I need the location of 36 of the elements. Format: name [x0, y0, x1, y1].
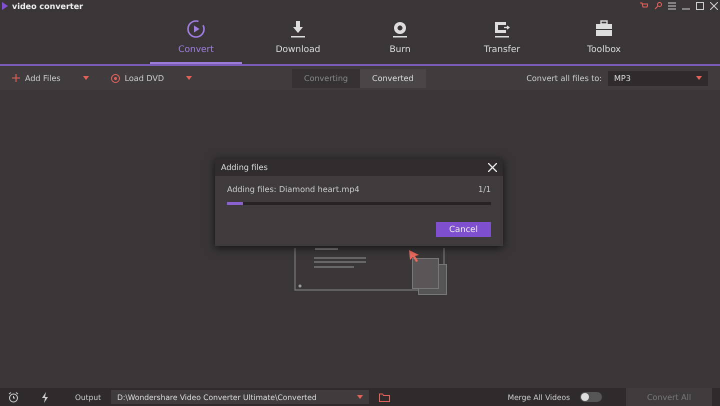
dialog-title: Adding files: [221, 162, 268, 172]
cart-icon[interactable]: [640, 2, 648, 10]
caret-icon: [356, 395, 363, 399]
progress-message: Adding files: Diamond heart.mp4: [227, 185, 360, 194]
caret-icon: [82, 76, 89, 80]
format-label: Convert all files to:: [526, 74, 602, 82]
load-dvd-button[interactable]: Load DVD: [110, 74, 164, 82]
download-icon: [289, 19, 307, 39]
close-icon[interactable]: [710, 2, 718, 10]
disc-icon: [391, 19, 409, 39]
add-files-button[interactable]: Add Files: [12, 74, 61, 82]
view-tab[interactable]: Converting: [292, 68, 360, 88]
format-dropdown[interactable]: MP3: [608, 70, 708, 86]
nav-tab[interactable]: Transfer: [456, 12, 548, 64]
caret-icon: [186, 76, 192, 80]
alarm-clock-icon[interactable]: [8, 392, 19, 402]
nav-tab[interactable]: Burn: [354, 12, 446, 64]
lightning-icon[interactable]: [41, 392, 49, 402]
device-transfer-icon: [492, 19, 512, 39]
play-circle-icon: [186, 19, 206, 39]
folder-icon[interactable]: [378, 392, 390, 402]
disc-icon: [110, 74, 120, 82]
close-button[interactable]: [488, 162, 497, 172]
plus-icon: [12, 74, 20, 82]
nav-tab[interactable]: Download: [252, 12, 344, 64]
merge-toggle[interactable]: [580, 392, 602, 402]
maximize-icon[interactable]: [696, 2, 704, 10]
caret-icon: [696, 76, 702, 80]
window-title: video converter: [12, 2, 84, 10]
progress-count: 1/1: [478, 185, 491, 194]
menu-icon[interactable]: [668, 2, 676, 10]
nav-tab[interactable]: Toolbox: [558, 12, 650, 64]
logo-icon: [2, 2, 8, 10]
view-tab[interactable]: Converted: [360, 68, 426, 88]
toolbox-icon: [594, 19, 614, 39]
cancel-button[interactable]: Cancel: [436, 222, 491, 237]
